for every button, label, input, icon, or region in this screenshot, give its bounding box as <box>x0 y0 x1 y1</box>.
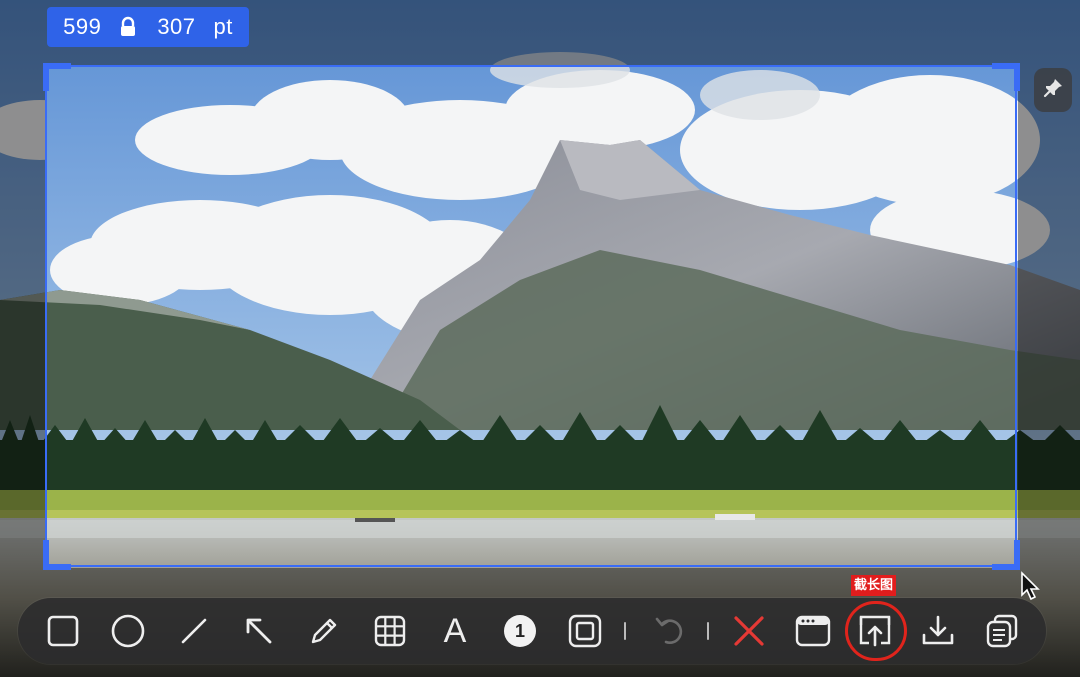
close-icon <box>732 614 766 648</box>
pin-button[interactable] <box>1034 68 1072 112</box>
copy-icon <box>984 613 1020 649</box>
number-tool[interactable]: 1 <box>494 598 546 664</box>
pencil-tool[interactable] <box>298 598 350 664</box>
resize-handle-top-left-v[interactable] <box>43 63 49 91</box>
mosaic-tool[interactable] <box>364 598 416 664</box>
square-icon <box>46 614 80 648</box>
download-icon <box>920 613 956 649</box>
ellipse-tool[interactable] <box>102 598 154 664</box>
resize-handle-bottom-right-v[interactable] <box>1014 540 1020 570</box>
text-icon: A <box>443 612 467 650</box>
toolbar-separator <box>707 622 709 640</box>
selection-height[interactable]: 307 <box>157 14 195 40</box>
long-screenshot-highlight-ring <box>845 601 907 661</box>
grid-icon <box>373 614 407 648</box>
framed-square-icon <box>568 614 602 648</box>
pin-icon <box>1041 76 1065 104</box>
arrow-icon <box>243 615 275 647</box>
long-screenshot-tooltip: 截长图 <box>851 575 897 596</box>
download-button[interactable] <box>912 598 964 664</box>
highlight-tool[interactable] <box>559 598 611 664</box>
cancel-button[interactable] <box>723 598 775 664</box>
copy-button[interactable] <box>976 598 1028 664</box>
selection-border[interactable] <box>45 65 1017 567</box>
selection-unit: pt <box>213 14 233 39</box>
lock-icon[interactable] <box>119 16 139 38</box>
undo-button[interactable] <box>644 598 696 664</box>
undo-icon <box>653 614 687 648</box>
selection-width[interactable]: 599 <box>63 14 101 40</box>
line-tool[interactable] <box>168 598 220 664</box>
resize-handle-bottom-left-v[interactable] <box>43 540 49 570</box>
window-icon <box>795 615 831 647</box>
number-badge-icon: 1 <box>504 615 536 647</box>
line-icon <box>179 616 209 646</box>
text-tool[interactable]: A <box>429 598 481 664</box>
selection-size-badge[interactable]: 599 307 pt <box>47 7 249 47</box>
circle-icon <box>110 613 146 649</box>
resize-handle-top-right-v[interactable] <box>1014 63 1020 91</box>
window-capture-button[interactable] <box>787 598 839 664</box>
pencil-icon <box>307 614 341 648</box>
arrow-tool[interactable] <box>233 598 285 664</box>
rectangle-tool[interactable] <box>37 598 89 664</box>
toolbar-separator <box>624 622 626 640</box>
